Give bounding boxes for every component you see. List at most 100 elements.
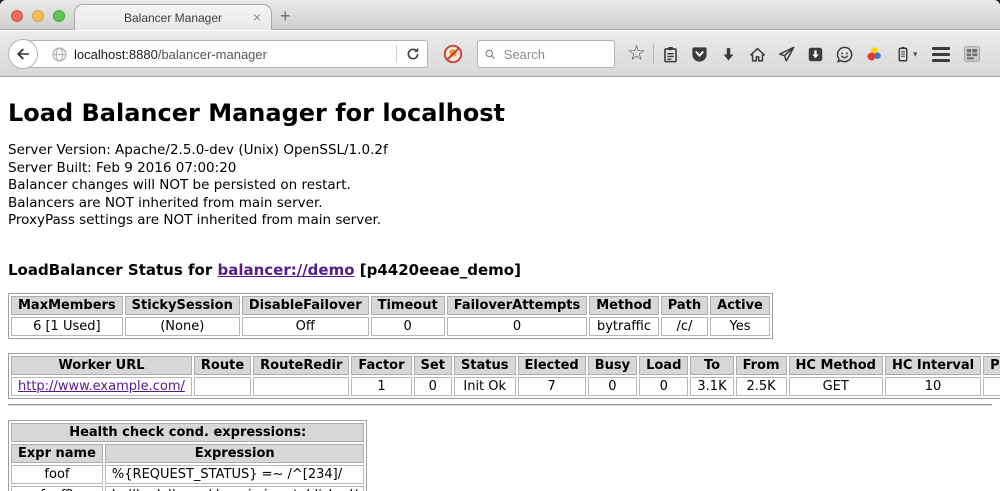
- cell-method: bytraffic: [589, 317, 658, 336]
- chevron-down-icon[interactable]: ▾: [913, 49, 918, 60]
- search-input[interactable]: [502, 46, 608, 63]
- square-download-icon: [806, 45, 825, 64]
- new-tab-button[interactable]: +: [280, 6, 291, 26]
- cell-expression: hc('body') =~ /domain is established/: [105, 486, 365, 491]
- col-set: Set: [414, 356, 452, 375]
- worker-status-table: Worker URL Route RouteRedir Factor Set S…: [8, 353, 1000, 399]
- worker-url-link[interactable]: http://www.example.com/: [18, 379, 185, 394]
- download-arrow-icon: [719, 45, 738, 64]
- search-bar[interactable]: [477, 40, 615, 68]
- table-header-row: Worker URL Route RouteRedir Factor Set S…: [11, 356, 1000, 375]
- navigation-toolbar: localhost:8880/balancer-manager ☆: [0, 31, 1000, 77]
- server-built-line: Server Built: Feb 9 2016 07:00:20: [8, 160, 992, 178]
- cell-busy: 0: [588, 377, 637, 396]
- persist-notice-line: Balancer changes will NOT be persisted o…: [8, 177, 992, 195]
- page-content: Load Balancer Manager for localhost Serv…: [0, 78, 1000, 491]
- table-row: foof %{REQUEST_STATUS} =~ /^[234]/: [11, 465, 364, 484]
- table-row: 6 [1 Used] (None) Off 0 0 bytraffic /c/ …: [11, 317, 770, 336]
- blocked-plugin-button[interactable]: [440, 41, 466, 67]
- cell-worker-url: http://www.example.com/: [11, 377, 192, 396]
- clipboard-icon: [661, 45, 680, 64]
- cell-expr-name: foof2: [11, 486, 103, 491]
- col-failoverattempts: FailoverAttempts: [447, 296, 588, 315]
- reading-list-button[interactable]: [656, 40, 685, 68]
- col-factor: Factor: [351, 356, 411, 375]
- send-tab-button[interactable]: [772, 40, 801, 68]
- cell-to: 3.1K: [690, 377, 733, 396]
- feedback-smiley-button[interactable]: [830, 40, 859, 68]
- table-row: foof2 hc('body') =~ /domain is establish…: [11, 486, 364, 491]
- server-info: Server Version: Apache/2.5.0-dev (Unix) …: [8, 142, 992, 230]
- col-to: To: [690, 356, 733, 375]
- cell-factor: 1: [351, 377, 411, 396]
- health-check-table: Health check cond. expressions: Expr nam…: [8, 420, 367, 491]
- url-domain: localhost:8880: [74, 47, 158, 62]
- cell-load: 0: [639, 377, 688, 396]
- colored-dots-icon: [864, 45, 883, 64]
- window-minimize-button[interactable]: [32, 10, 44, 22]
- cell-routeredir: [253, 377, 349, 396]
- table-title-row: Health check cond. expressions:: [11, 423, 364, 442]
- table-header-row: Expr name Expression: [11, 444, 364, 463]
- col-load: Load: [639, 356, 688, 375]
- col-hc-interval: HC Interval: [885, 356, 981, 375]
- table-row: http://www.example.com/ 1 0 Init Ok 7 0 …: [11, 377, 1000, 396]
- cell-expression: %{REQUEST_STATUS} =~ /^[234]/: [105, 465, 365, 484]
- reload-button[interactable]: [399, 41, 427, 67]
- cell-expr-name: foof: [11, 465, 103, 484]
- pocket-icon: [690, 45, 709, 64]
- bookmark-star-button[interactable]: ☆: [622, 40, 651, 68]
- cell-route: [194, 377, 251, 396]
- menu-button[interactable]: [932, 47, 950, 62]
- cell-status: Init Ok: [454, 377, 516, 396]
- back-button[interactable]: [8, 39, 38, 69]
- col-stickysession: StickySession: [125, 296, 240, 315]
- downloads-button[interactable]: [714, 40, 743, 68]
- tab-title: Balancer Manager: [124, 11, 222, 25]
- url-path: /balancer-manager: [158, 47, 267, 62]
- paper-plane-icon: [777, 45, 796, 64]
- col-routeredir: RouteRedir: [253, 356, 349, 375]
- heading-suffix: [p4420eeae_demo]: [355, 261, 521, 279]
- cell-failoverattempts: 0: [447, 317, 588, 336]
- home-button[interactable]: [743, 40, 772, 68]
- grid-extension-button[interactable]: [962, 44, 982, 64]
- url-bar[interactable]: localhost:8880/balancer-manager: [24, 40, 428, 68]
- browser-window: Balancer Manager × + localhost:8880/bala…: [0, 0, 1000, 491]
- cell-hc-method: GET: [789, 377, 883, 396]
- url-text: localhost:8880/balancer-manager: [74, 47, 394, 62]
- heading-prefix: LoadBalancer Status for: [8, 261, 217, 279]
- balancer-status-heading: LoadBalancer Status for balancer://demo …: [8, 261, 992, 279]
- grid-icon: [962, 44, 982, 64]
- pocket-button[interactable]: [685, 40, 714, 68]
- col-busy: Busy: [588, 356, 637, 375]
- col-worker-url: Worker URL: [11, 356, 192, 375]
- globe-icon: [51, 46, 68, 63]
- toolbar-divider: [653, 44, 654, 64]
- star-icon: ☆: [627, 44, 646, 64]
- health-table-title: Health check cond. expressions:: [11, 423, 364, 442]
- col-hc-method: HC Method: [789, 356, 883, 375]
- tab-close-icon[interactable]: ×: [253, 9, 261, 25]
- col-expression: Expression: [105, 444, 365, 463]
- col-from: From: [736, 356, 787, 375]
- window-zoom-button[interactable]: [53, 10, 65, 22]
- cell-active: Yes: [710, 317, 770, 336]
- proxypass-notice-line: ProxyPass settings are NOT inherited fro…: [8, 212, 992, 230]
- toolbar-icons: ☆: [622, 39, 982, 69]
- video-download-button[interactable]: [801, 40, 830, 68]
- col-maxmembers: MaxMembers: [11, 296, 123, 315]
- cell-from: 2.5K: [736, 377, 787, 396]
- tab-balancer-manager[interactable]: Balancer Manager ×: [74, 4, 272, 30]
- color-dots-extension-button[interactable]: [859, 40, 888, 68]
- window-close-button[interactable]: [11, 10, 23, 22]
- cell-set: 0: [414, 377, 452, 396]
- cell-maxmembers: 6 [1 Used]: [11, 317, 123, 336]
- smiley-icon: [835, 45, 854, 64]
- col-route: Route: [194, 356, 251, 375]
- cell-disablefailover: Off: [242, 317, 369, 336]
- balancer-demo-link[interactable]: balancer://demo: [217, 261, 354, 279]
- server-version-line: Server Version: Apache/2.5.0-dev (Unix) …: [8, 142, 992, 160]
- col-status: Status: [454, 356, 516, 375]
- cell-timeout: 0: [371, 317, 445, 336]
